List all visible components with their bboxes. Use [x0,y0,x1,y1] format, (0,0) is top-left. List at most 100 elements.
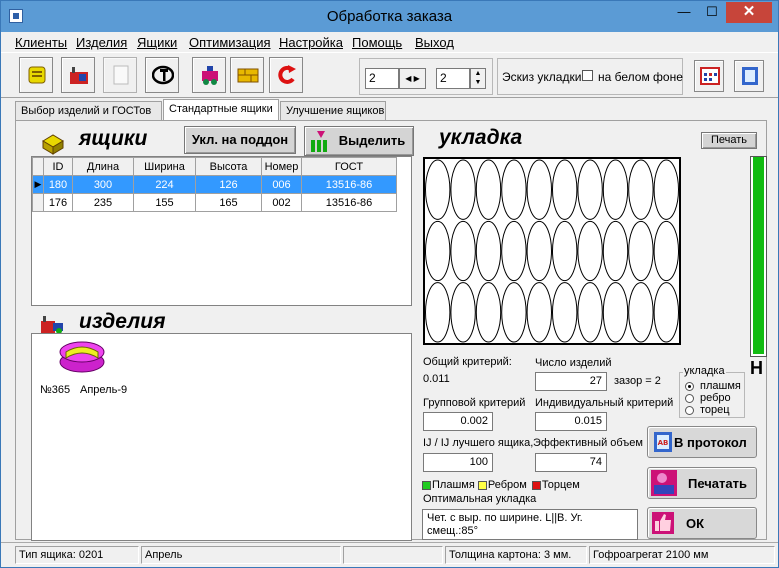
toolbar-optimize-button[interactable] [192,57,226,93]
layout-ellipse [526,282,553,343]
menu-products[interactable]: Изделия [76,35,127,50]
layout-ellipse [628,159,654,220]
column-header-gost[interactable]: ГОСТ [301,157,397,176]
calendar-icon [700,67,720,85]
menu-optimization[interactable]: Оптимизация [189,35,271,50]
print-small-button[interactable]: Печать [701,132,757,149]
radio-edge[interactable] [685,394,694,403]
boxes-table: ID Длина Ширина Высота Номер ГОСТ ▶ 180 … [31,156,412,306]
total-criterion-label: Общий критерий: [423,356,512,368]
cell-number[interactable]: 002 [261,193,302,212]
legend-end: Торцем [541,479,580,491]
cell-length[interactable]: 235 [72,193,134,212]
layout-ellipse [425,159,451,220]
spin-one-input[interactable]: 2 [365,68,399,89]
cell-length[interactable]: 300 [72,175,134,194]
print-button[interactable]: Печатать [647,467,757,499]
menu-settings[interactable]: Настройка [279,35,343,50]
menu-clients[interactable]: Клиенты [15,35,67,50]
menu-exit[interactable]: Выход [415,35,454,50]
protocol-button[interactable]: AB В протокол [647,426,757,458]
document-icon [113,65,129,85]
menu-help[interactable]: Помощь [352,35,402,50]
tab-select-products[interactable]: Выбор изделий и ГОСТов [15,101,162,121]
toolbar-grid-button[interactable] [694,60,724,92]
column-header-height[interactable]: Высота [195,157,262,176]
spin-two-input[interactable]: 2 [436,68,470,89]
app-window: Обработка заказа — ☐ ✕ Клиенты Изделия Я… [0,0,779,568]
toolbar-protocol-button[interactable] [734,60,764,92]
layout-ellipse [552,159,578,220]
spin-two-arrows[interactable]: ▲ ▼ [470,68,486,89]
row-indicator-arrow: ▶ [32,175,44,194]
radio-end-label: торец [700,404,730,416]
column-header-id[interactable]: ID [43,157,73,176]
select-rows-icon [311,131,327,152]
table-row[interactable]: ▶ 180 300 224 126 006 13516-86 [32,175,397,194]
cell-id[interactable]: 180 [43,175,73,194]
white-bg-checkbox[interactable] [582,70,593,81]
pallet-button[interactable]: Укл. на поддон [184,126,296,154]
table-row[interactable]: 176 235 155 165 002 13516-86 [32,193,397,212]
close-button[interactable]: ✕ [726,2,772,23]
radio-end[interactable] [685,406,694,415]
table-header-row: ID Длина Ширина Высота Номер ГОСТ [32,157,397,176]
scroll-icon [28,66,46,84]
tab-standard-boxes[interactable]: Стандартные ящики [163,99,279,121]
sketch-label: Эскиз укладки [502,70,582,84]
ij-value: 100 [423,453,493,472]
cell-width[interactable]: 155 [133,193,196,212]
cell-width[interactable]: 224 [133,175,196,194]
toolbar-products-button[interactable] [61,57,95,93]
layout-ellipse [602,220,629,282]
bricks-icon [237,68,259,83]
list-item[interactable]: №365 Апрель-9 [40,338,127,398]
products-list: №365 Апрель-9 [31,333,412,541]
menu-boxes[interactable]: Ящики [137,35,177,50]
cell-height[interactable]: 126 [195,175,262,194]
toolbar-document-button[interactable] [103,57,137,93]
layout-ellipse [475,159,502,220]
status-box-type: Тип ящика: 0201 [15,546,139,564]
tab-improve-boxes[interactable]: Улучшение ящиков [280,101,386,121]
layout-ellipse [501,159,527,220]
layout-canvas [423,157,681,345]
layout-ellipse [526,159,553,220]
layout-ellipse [653,159,680,220]
status-bar: Тип ящика: 0201 Апрель Толщина картона: … [1,542,778,567]
toolbar-refresh-button[interactable] [269,57,303,93]
cell-gost[interactable]: 13516-86 [301,193,397,212]
menu-bar: Клиенты Изделия Ящики Оптимизация Настро… [1,32,778,52]
layout-ellipse [425,220,451,282]
layout-drawing [425,159,680,343]
column-header-number[interactable]: Номер [261,157,302,176]
toolbar-clients-button[interactable] [19,57,53,93]
ok-button[interactable]: ОК [647,507,757,539]
box-icon [42,134,64,155]
toolbar-gost-button[interactable] [145,57,179,93]
effective-volume-label: Эффективный объем [533,437,643,449]
minimize-button[interactable]: — [670,2,698,23]
product-name: Апрель-9 [80,384,128,396]
product-tray-icon [59,341,105,373]
machine-icon [202,66,218,85]
legend-flat: Плашмя [432,479,475,491]
printer-person-icon [651,470,677,496]
cell-id[interactable]: 176 [43,193,73,212]
maximize-button[interactable]: ☐ [698,2,726,23]
cell-number[interactable]: 006 [261,175,302,194]
spin-one-arrows[interactable]: ◀ ▶ [399,68,426,89]
radio-flat[interactable] [685,382,694,391]
status-empty [343,546,443,564]
toolbar-layout-button[interactable] [230,57,264,93]
cell-gost[interactable]: 13516-86 [301,175,397,194]
column-header-length[interactable]: Длина [72,157,134,176]
products-icon [41,316,63,334]
layout-ellipse [628,220,654,282]
layout-ellipse [475,282,502,343]
column-header-width[interactable]: Ширина [133,157,196,176]
cell-height[interactable]: 165 [195,193,262,212]
ok-button-label: ОК [686,516,705,531]
print-button-label: Печатать [688,476,747,491]
select-button[interactable]: Выделить [304,126,414,156]
